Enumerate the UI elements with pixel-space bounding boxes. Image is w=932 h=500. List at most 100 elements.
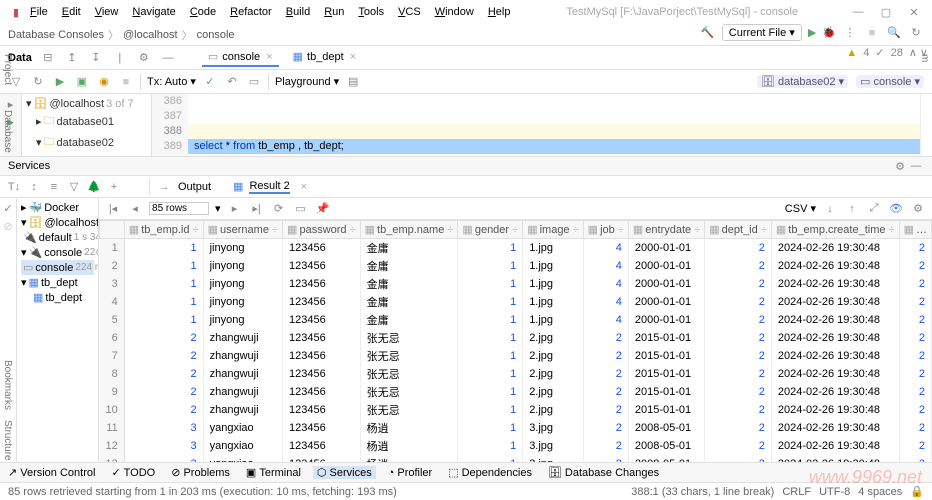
col-header[interactable]: ▦tb_emp.id ÷ <box>124 221 203 239</box>
col-header[interactable]: ▦tb_emp.create_time ÷ <box>771 221 899 239</box>
filter-icon[interactable]: T↓ <box>6 179 22 195</box>
menu-view[interactable]: View <box>89 4 125 20</box>
menu-tools[interactable]: Tools <box>352 4 390 20</box>
vcs-tab[interactable]: ↗ Version Control <box>4 466 99 479</box>
close-icon[interactable]: × <box>296 179 312 195</box>
debug-button[interactable]: 🐞 <box>822 26 836 39</box>
reload-icon[interactable]: ⟳ <box>271 201 287 217</box>
todo-tab[interactable]: ✓ TODO <box>107 466 159 479</box>
output-tab[interactable]: Output <box>178 181 211 193</box>
services-tree[interactable]: ▸🐳Docker ▾🗄@localhost 🔌default 1 s 34 ms… <box>17 198 99 474</box>
hammer-icon[interactable]: 🔨 <box>700 25 716 41</box>
table-row[interactable]: 31jinyong123456金庸11.jpg42000-01-0122024-… <box>100 275 932 293</box>
datasource-pill[interactable]: 🗄 database02 ▾ <box>757 75 848 88</box>
side-project[interactable]: Project <box>2 54 13 85</box>
database-tree[interactable]: ▾🗄@localhost 3 of 7 ▸🗀database01 ▾🗀datab… <box>22 94 152 156</box>
add-icon[interactable]: + <box>106 179 122 195</box>
refresh-icon[interactable]: ↻ <box>30 74 46 90</box>
cancel-icon[interactable]: ⊘ <box>0 218 16 234</box>
close-icon[interactable]: × <box>350 51 356 63</box>
expand-down-icon[interactable]: ↧ <box>88 50 104 66</box>
gear-icon[interactable]: ⚙ <box>136 50 152 66</box>
caret-pos[interactable]: 388:1 (33 chars, 1 line break) <box>631 486 774 498</box>
update-icon[interactable]: ↻ <box>908 25 924 41</box>
tree-icon[interactable]: 🌲 <box>86 179 102 195</box>
output-arrow-icon[interactable]: → <box>156 179 172 195</box>
explain-icon[interactable]: ◉ <box>96 74 112 90</box>
tab-tbdept[interactable]: ▦tb_dept× <box>287 48 363 67</box>
profiler-tab[interactable]: ◔ Profiler <box>384 467 437 479</box>
menu-refactor[interactable]: Refactor <box>224 4 278 20</box>
import-icon[interactable]: ↑ <box>844 201 860 217</box>
col-header[interactable]: ▦image ÷ <box>523 221 583 239</box>
col-header[interactable]: ▦username ÷ <box>203 221 282 239</box>
csv-selector[interactable]: CSV ▾ <box>785 202 816 215</box>
encoding[interactable]: UTF-8 <box>819 486 850 498</box>
collapse-icon[interactable]: ≡ <box>46 179 62 195</box>
tx-mode[interactable]: Tx: Auto ▾ <box>147 75 196 88</box>
stop-icon[interactable]: ■ <box>864 25 880 41</box>
stop-query-icon[interactable]: ■ <box>118 74 134 90</box>
menu-help[interactable]: Help <box>482 4 517 20</box>
table-row[interactable]: 102zhangwuji123456张无忌12.jpg22015-01-0122… <box>100 401 932 419</box>
next-page-icon[interactable]: ▸ <box>227 201 243 217</box>
view-icon[interactable]: 👁 <box>888 201 904 217</box>
collapse-icon[interactable]: ⊟ <box>40 50 56 66</box>
table-row[interactable]: 72zhangwuji123456张无忌12.jpg22015-01-01220… <box>100 347 932 365</box>
menu-run[interactable]: Run <box>318 4 350 20</box>
rows-input[interactable] <box>149 202 209 215</box>
search-icon[interactable]: 🔍 <box>886 25 902 41</box>
menu-code[interactable]: Code <box>184 4 222 20</box>
col-header[interactable]: ▦password ÷ <box>283 221 361 239</box>
table-row[interactable]: 21jinyong123456金庸11.jpg42000-01-0122024-… <box>100 257 932 275</box>
table-row[interactable]: 51jinyong123456金庸11.jpg42000-01-0122024-… <box>100 311 932 329</box>
tab-console[interactable]: ▭console× <box>202 48 279 67</box>
col-header[interactable]: ▦dept_id ÷ <box>705 221 772 239</box>
prev-page-icon[interactable]: ◂ <box>127 201 143 217</box>
layout-icon[interactable]: ▤ <box>345 74 361 90</box>
table-row[interactable]: 123yangxiao123456杨逍13.jpg22008-05-012202… <box>100 437 932 455</box>
sql-editor[interactable]: 386387388389 select * from tb_emp , tb_d… <box>152 94 920 156</box>
col-header[interactable]: ▦tb_emp.name ÷ <box>360 221 458 239</box>
close-button[interactable]: ✕ <box>904 6 924 19</box>
table-row[interactable]: 41jinyong123456金庸11.jpg42000-01-0122024-… <box>100 293 932 311</box>
maximize-button[interactable]: ▢ <box>876 6 896 19</box>
side-bookmarks[interactable]: Bookmarks <box>2 360 13 410</box>
indent[interactable]: 4 spaces <box>858 486 902 498</box>
minimize-button[interactable]: — <box>848 6 868 19</box>
transpose-icon[interactable]: ⤢ <box>866 201 882 217</box>
execute-icon[interactable]: ▶ <box>52 74 68 90</box>
ok-icon[interactable]: ✓ <box>0 200 16 216</box>
side-maven[interactable]: m <box>919 54 930 62</box>
terminal-tab[interactable]: ▣ Terminal <box>242 466 305 479</box>
gear-icon[interactable]: ⚙ <box>892 158 908 174</box>
last-page-icon[interactable]: ▸| <box>249 201 265 217</box>
run-button[interactable]: ▶ <box>808 26 816 39</box>
menu-edit[interactable]: Edit <box>56 4 87 20</box>
more-run-icon[interactable]: ⋮ <box>842 25 858 41</box>
pin-icon[interactable]: 📌 <box>315 201 331 217</box>
run-config-selector[interactable]: Current File ▾ <box>722 24 802 41</box>
add-row-icon[interactable]: ▭ <box>293 201 309 217</box>
rollback-icon[interactable]: ↶ <box>224 74 240 90</box>
close-icon[interactable]: × <box>266 51 272 63</box>
export-icon[interactable]: ↓ <box>822 201 838 217</box>
breadcrumb-item[interactable]: Database Consoles <box>8 29 104 41</box>
playground-selector[interactable]: Playground ▾ <box>275 75 339 88</box>
session-pill[interactable]: ▭ console ▾ <box>856 75 924 88</box>
expand-icon[interactable]: ↕ <box>26 179 42 195</box>
dbchanges-tab[interactable]: 🗄 Database Changes <box>544 466 663 479</box>
hide-icon[interactable]: — <box>160 50 176 66</box>
settings-icon[interactable]: ⚙ <box>910 201 926 217</box>
execute-plan-icon[interactable]: ▣ <box>74 74 90 90</box>
filter2-icon[interactable]: ▽ <box>66 179 82 195</box>
col-header[interactable]: ▦gender ÷ <box>458 221 523 239</box>
expand-up-icon[interactable]: ↥ <box>64 50 80 66</box>
breadcrumb-item[interactable]: @localhost <box>123 29 178 41</box>
menu-vcs[interactable]: VCS <box>392 4 427 20</box>
breadcrumb-item[interactable]: console <box>197 29 235 41</box>
first-page-icon[interactable]: |◂ <box>105 201 121 217</box>
menu-file[interactable]: File <box>24 4 54 20</box>
services-tab[interactable]: ⬡ Services <box>313 466 376 479</box>
line-sep[interactable]: CRLF <box>782 486 811 498</box>
